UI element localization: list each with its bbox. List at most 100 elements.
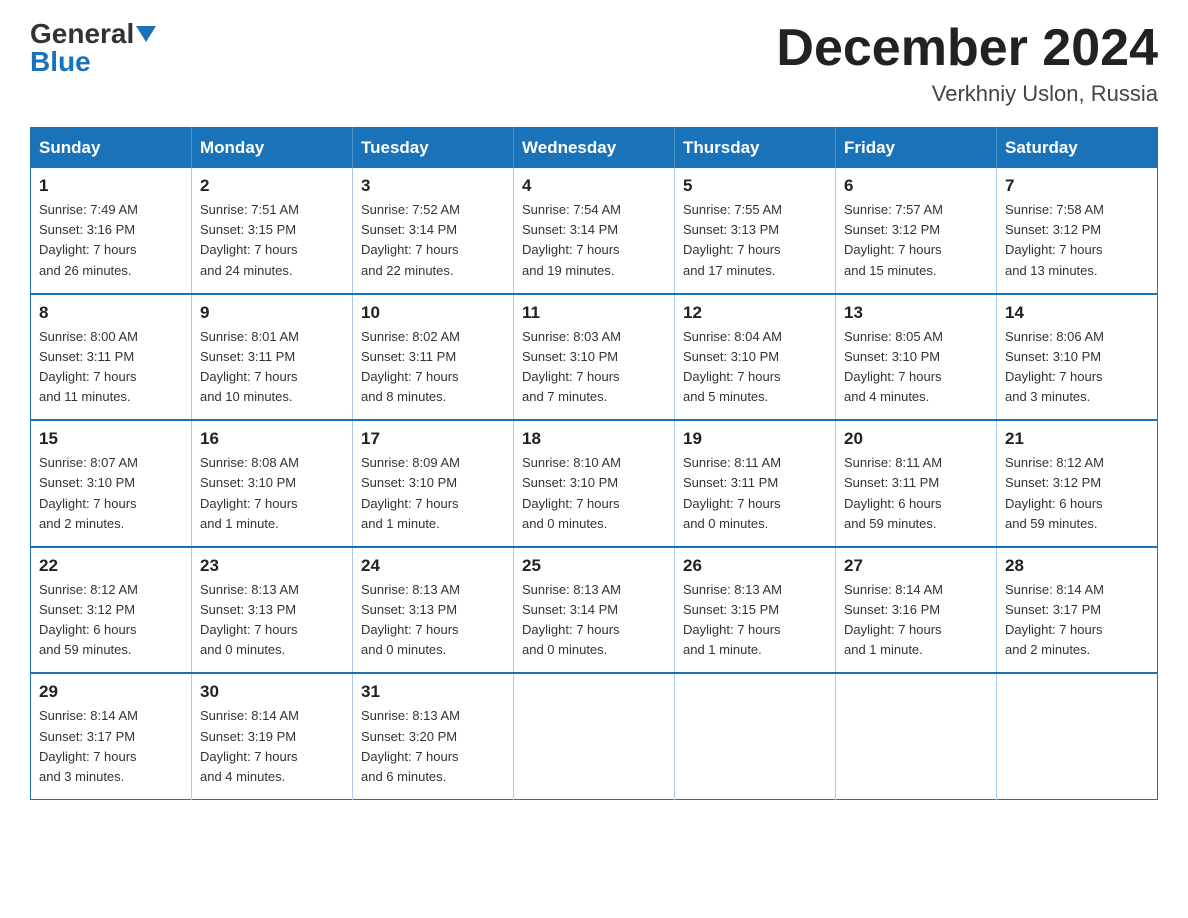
day-number: 25 <box>522 556 666 576</box>
title-section: December 2024 Verkhniy Uslon, Russia <box>776 20 1158 107</box>
day-of-week-header: Sunday <box>31 128 192 169</box>
day-of-week-header: Tuesday <box>353 128 514 169</box>
day-number: 12 <box>683 303 827 323</box>
day-number: 23 <box>200 556 344 576</box>
day-info: Sunrise: 7:52 AM Sunset: 3:14 PM Dayligh… <box>361 200 505 281</box>
calendar-day-cell <box>836 673 997 799</box>
calendar-day-cell: 7 Sunrise: 7:58 AM Sunset: 3:12 PM Daylig… <box>997 168 1158 294</box>
calendar-header: SundayMondayTuesdayWednesdayThursdayFrid… <box>31 128 1158 169</box>
calendar-day-cell: 2 Sunrise: 7:51 AM Sunset: 3:15 PM Daylig… <box>192 168 353 294</box>
calendar-day-cell: 17 Sunrise: 8:09 AM Sunset: 3:10 PM Dayli… <box>353 420 514 547</box>
calendar-day-cell: 18 Sunrise: 8:10 AM Sunset: 3:10 PM Dayli… <box>514 420 675 547</box>
day-of-week-header: Wednesday <box>514 128 675 169</box>
calendar-day-cell: 13 Sunrise: 8:05 AM Sunset: 3:10 PM Dayli… <box>836 294 997 421</box>
day-number: 13 <box>844 303 988 323</box>
logo: General Blue <box>30 20 156 76</box>
day-number: 2 <box>200 176 344 196</box>
day-number: 7 <box>1005 176 1149 196</box>
day-info: Sunrise: 7:54 AM Sunset: 3:14 PM Dayligh… <box>522 200 666 281</box>
day-info: Sunrise: 8:13 AM Sunset: 3:13 PM Dayligh… <box>200 580 344 661</box>
calendar-day-cell: 12 Sunrise: 8:04 AM Sunset: 3:10 PM Dayli… <box>675 294 836 421</box>
calendar-day-cell: 8 Sunrise: 8:00 AM Sunset: 3:11 PM Daylig… <box>31 294 192 421</box>
day-info: Sunrise: 8:09 AM Sunset: 3:10 PM Dayligh… <box>361 453 505 534</box>
day-info: Sunrise: 8:03 AM Sunset: 3:10 PM Dayligh… <box>522 327 666 408</box>
location-text: Verkhniy Uslon, Russia <box>776 81 1158 107</box>
day-number: 8 <box>39 303 183 323</box>
day-info: Sunrise: 8:12 AM Sunset: 3:12 PM Dayligh… <box>39 580 183 661</box>
day-number: 19 <box>683 429 827 449</box>
calendar-day-cell: 10 Sunrise: 8:02 AM Sunset: 3:11 PM Dayli… <box>353 294 514 421</box>
day-number: 16 <box>200 429 344 449</box>
day-number: 26 <box>683 556 827 576</box>
day-number: 15 <box>39 429 183 449</box>
calendar-day-cell: 15Sunrise: 8:07 AM Sunset: 3:10 PM Dayli… <box>31 420 192 547</box>
calendar-table: SundayMondayTuesdayWednesdayThursdayFrid… <box>30 127 1158 800</box>
day-of-week-header: Friday <box>836 128 997 169</box>
calendar-day-cell: 11Sunrise: 8:03 AM Sunset: 3:10 PM Dayli… <box>514 294 675 421</box>
day-info: Sunrise: 8:06 AM Sunset: 3:10 PM Dayligh… <box>1005 327 1149 408</box>
logo-general-text: General <box>30 20 134 48</box>
calendar-day-cell: 30Sunrise: 8:14 AM Sunset: 3:19 PM Dayli… <box>192 673 353 799</box>
logo-triangle-icon <box>136 22 156 42</box>
calendar-day-cell: 26 Sunrise: 8:13 AM Sunset: 3:15 PM Dayli… <box>675 547 836 674</box>
day-info: Sunrise: 8:13 AM Sunset: 3:14 PM Dayligh… <box>522 580 666 661</box>
calendar-day-cell: 31 Sunrise: 8:13 AM Sunset: 3:20 PM Dayli… <box>353 673 514 799</box>
day-info: Sunrise: 8:08 AM Sunset: 3:10 PM Dayligh… <box>200 453 344 534</box>
day-number: 10 <box>361 303 505 323</box>
day-info: Sunrise: 7:49 AM Sunset: 3:16 PM Dayligh… <box>39 200 183 281</box>
calendar-day-cell: 21Sunrise: 8:12 AM Sunset: 3:12 PM Dayli… <box>997 420 1158 547</box>
day-number: 6 <box>844 176 988 196</box>
day-info: Sunrise: 8:05 AM Sunset: 3:10 PM Dayligh… <box>844 327 988 408</box>
day-number: 3 <box>361 176 505 196</box>
day-number: 21 <box>1005 429 1149 449</box>
calendar-day-cell: 19 Sunrise: 8:11 AM Sunset: 3:11 PM Dayli… <box>675 420 836 547</box>
day-info: Sunrise: 8:13 AM Sunset: 3:13 PM Dayligh… <box>361 580 505 661</box>
calendar-day-cell: 9 Sunrise: 8:01 AM Sunset: 3:11 PM Daylig… <box>192 294 353 421</box>
day-info: Sunrise: 8:00 AM Sunset: 3:11 PM Dayligh… <box>39 327 183 408</box>
calendar-day-cell <box>514 673 675 799</box>
day-info: Sunrise: 8:04 AM Sunset: 3:10 PM Dayligh… <box>683 327 827 408</box>
calendar-week-row: 8 Sunrise: 8:00 AM Sunset: 3:11 PM Daylig… <box>31 294 1158 421</box>
day-number: 30 <box>200 682 344 702</box>
day-info: Sunrise: 8:10 AM Sunset: 3:10 PM Dayligh… <box>522 453 666 534</box>
day-info: Sunrise: 8:13 AM Sunset: 3:20 PM Dayligh… <box>361 706 505 787</box>
calendar-week-row: 15Sunrise: 8:07 AM Sunset: 3:10 PM Dayli… <box>31 420 1158 547</box>
calendar-day-cell: 4 Sunrise: 7:54 AM Sunset: 3:14 PM Daylig… <box>514 168 675 294</box>
header-row: SundayMondayTuesdayWednesdayThursdayFrid… <box>31 128 1158 169</box>
day-info: Sunrise: 8:02 AM Sunset: 3:11 PM Dayligh… <box>361 327 505 408</box>
calendar-week-row: 22Sunrise: 8:12 AM Sunset: 3:12 PM Dayli… <box>31 547 1158 674</box>
day-number: 4 <box>522 176 666 196</box>
day-number: 29 <box>39 682 183 702</box>
calendar-day-cell: 20Sunrise: 8:11 AM Sunset: 3:11 PM Dayli… <box>836 420 997 547</box>
day-number: 9 <box>200 303 344 323</box>
logo-blue-text: Blue <box>30 48 91 76</box>
day-info: Sunrise: 7:58 AM Sunset: 3:12 PM Dayligh… <box>1005 200 1149 281</box>
day-info: Sunrise: 7:57 AM Sunset: 3:12 PM Dayligh… <box>844 200 988 281</box>
calendar-day-cell: 23 Sunrise: 8:13 AM Sunset: 3:13 PM Dayli… <box>192 547 353 674</box>
calendar-day-cell: 22Sunrise: 8:12 AM Sunset: 3:12 PM Dayli… <box>31 547 192 674</box>
day-info: Sunrise: 7:51 AM Sunset: 3:15 PM Dayligh… <box>200 200 344 281</box>
day-info: Sunrise: 8:01 AM Sunset: 3:11 PM Dayligh… <box>200 327 344 408</box>
calendar-week-row: 29 Sunrise: 8:14 AM Sunset: 3:17 PM Dayli… <box>31 673 1158 799</box>
calendar-day-cell: 29 Sunrise: 8:14 AM Sunset: 3:17 PM Dayli… <box>31 673 192 799</box>
calendar-day-cell: 3 Sunrise: 7:52 AM Sunset: 3:14 PM Daylig… <box>353 168 514 294</box>
day-number: 31 <box>361 682 505 702</box>
day-info: Sunrise: 8:14 AM Sunset: 3:16 PM Dayligh… <box>844 580 988 661</box>
calendar-day-cell: 28 Sunrise: 8:14 AM Sunset: 3:17 PM Dayli… <box>997 547 1158 674</box>
day-info: Sunrise: 8:13 AM Sunset: 3:15 PM Dayligh… <box>683 580 827 661</box>
day-of-week-header: Thursday <box>675 128 836 169</box>
calendar-day-cell: 16 Sunrise: 8:08 AM Sunset: 3:10 PM Dayli… <box>192 420 353 547</box>
day-info: Sunrise: 8:14 AM Sunset: 3:17 PM Dayligh… <box>39 706 183 787</box>
calendar-week-row: 1 Sunrise: 7:49 AM Sunset: 3:16 PM Daylig… <box>31 168 1158 294</box>
day-number: 17 <box>361 429 505 449</box>
day-of-week-header: Saturday <box>997 128 1158 169</box>
day-info: Sunrise: 8:11 AM Sunset: 3:11 PM Dayligh… <box>683 453 827 534</box>
calendar-day-cell: 6 Sunrise: 7:57 AM Sunset: 3:12 PM Daylig… <box>836 168 997 294</box>
day-number: 14 <box>1005 303 1149 323</box>
day-info: Sunrise: 7:55 AM Sunset: 3:13 PM Dayligh… <box>683 200 827 281</box>
page-header: General Blue December 2024 Verkhniy Uslo… <box>30 20 1158 107</box>
day-info: Sunrise: 8:14 AM Sunset: 3:17 PM Dayligh… <box>1005 580 1149 661</box>
day-number: 18 <box>522 429 666 449</box>
day-number: 28 <box>1005 556 1149 576</box>
day-number: 1 <box>39 176 183 196</box>
